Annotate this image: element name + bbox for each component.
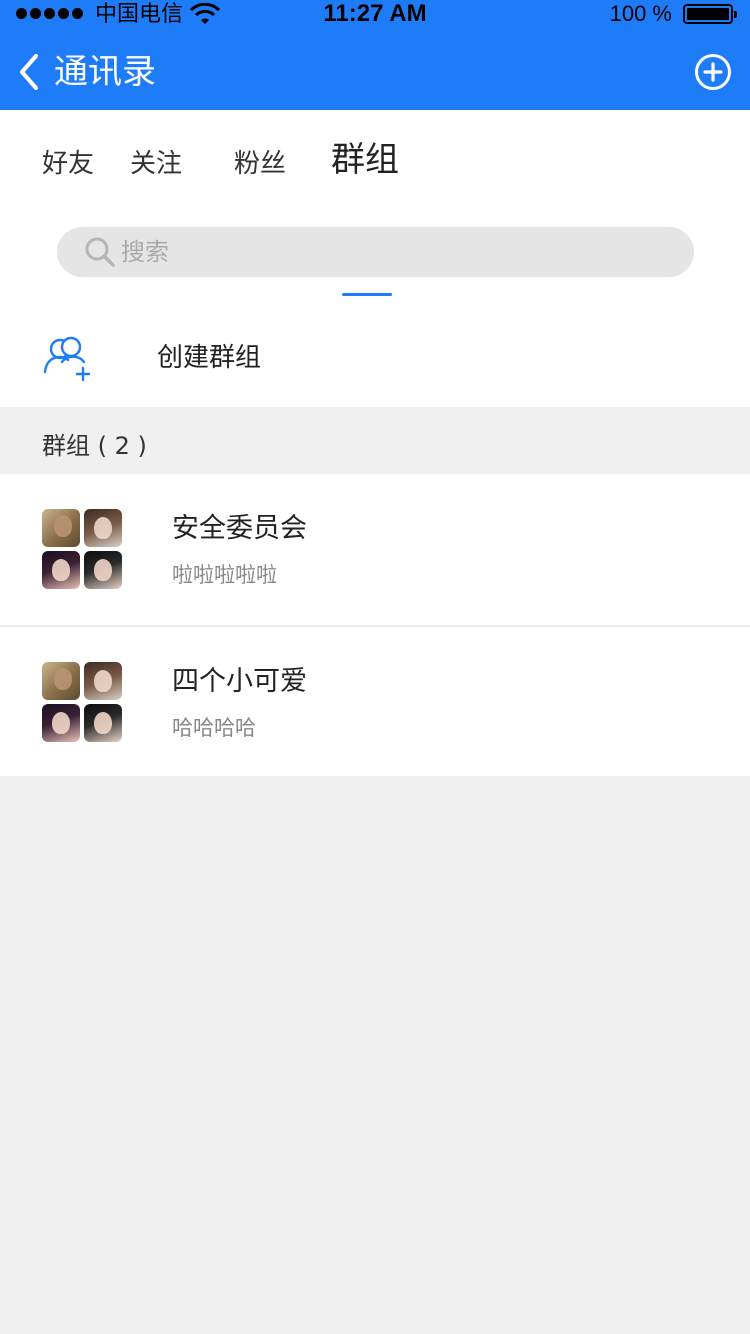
- member-avatar: [42, 662, 80, 700]
- member-avatar: [42, 551, 80, 589]
- chevron-left-icon[interactable]: [12, 50, 46, 94]
- search-placeholder: 搜索: [121, 238, 169, 266]
- tabs-and-search-panel: 好友 关注 粉丝 群组 搜索 创建群组: [0, 110, 750, 407]
- tab-following[interactable]: 关注: [130, 146, 182, 182]
- tab-fans[interactable]: 粉丝: [234, 146, 286, 182]
- active-tab-indicator: [342, 293, 392, 296]
- tab-groups[interactable]: 群组: [331, 138, 399, 182]
- group-description: 啦啦啦啦啦: [172, 563, 277, 587]
- status-bar: 中国电信 11:27 AM 100 %: [0, 0, 750, 28]
- group-name: 四个小可爱: [172, 666, 307, 697]
- member-avatar: [84, 704, 122, 742]
- member-avatar: [84, 551, 122, 589]
- group-avatar: [42, 662, 122, 742]
- group-count-title: 群组 ( 2 ): [42, 432, 147, 460]
- battery-icon: [683, 4, 737, 24]
- list-item[interactable]: 安全委员会 啦啦啦啦啦: [0, 474, 750, 625]
- search-icon: [85, 237, 115, 267]
- group-list: 安全委员会 啦啦啦啦啦 四个小可爱 哈哈哈哈: [0, 474, 750, 776]
- plus-circle-icon[interactable]: [693, 52, 733, 92]
- group-section-header: 群组 ( 2 ): [0, 407, 750, 474]
- group-description: 哈哈哈哈: [172, 716, 256, 740]
- search-input[interactable]: 搜索: [57, 227, 694, 277]
- member-avatar: [84, 509, 122, 547]
- create-group-label: 创建群组: [157, 343, 262, 373]
- member-avatar: [42, 509, 80, 547]
- contacts-screen: 中国电信 11:27 AM 100 % 通讯录 好友 关注 粉丝 群组 搜索 创…: [0, 0, 750, 1334]
- tab-friends[interactable]: 好友: [42, 146, 94, 182]
- create-group-button[interactable]: 创建群组: [0, 320, 750, 407]
- group-name: 安全委员会: [172, 513, 307, 544]
- group-avatar: [42, 509, 122, 589]
- member-avatar: [84, 662, 122, 700]
- list-item[interactable]: 四个小可爱 哈哈哈哈: [0, 625, 750, 776]
- member-avatar: [42, 704, 80, 742]
- battery-percentage: 100 %: [609, 1, 672, 26]
- page-title: 通讯录: [54, 52, 156, 92]
- add-user-group-icon: [43, 336, 91, 382]
- top-bar: 中国电信 11:27 AM 100 % 通讯录: [0, 0, 750, 110]
